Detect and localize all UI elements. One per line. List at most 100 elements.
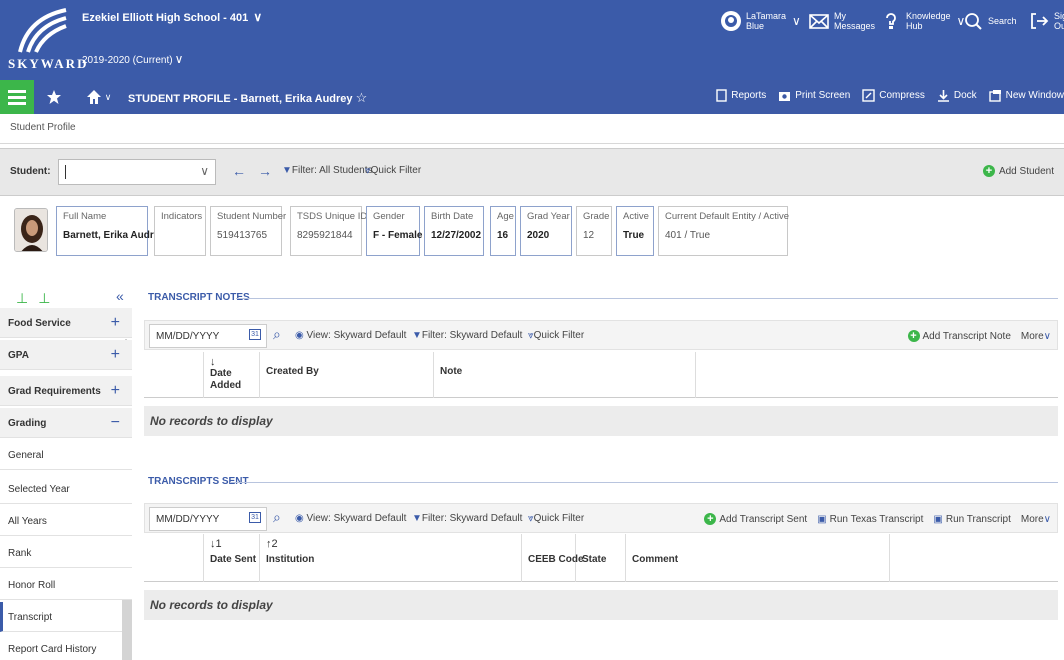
- notes-more-button[interactable]: More∨: [1021, 331, 1051, 342]
- student-number-value: 519413765: [217, 230, 268, 241]
- reports-button[interactable]: Reports: [716, 89, 766, 102]
- skyward-logo[interactable]: SKYWARD: [8, 8, 86, 72]
- search-icon[interactable]: ⌕: [273, 509, 281, 526]
- student-selector-bar: Student: ∨ ←→ ▼Filter: All Students ⩔Qui…: [0, 148, 1064, 196]
- sidebar-item-grading[interactable]: Grading −: [0, 408, 132, 438]
- calendar-icon[interactable]: 31: [249, 329, 261, 340]
- expand-plus-icon[interactable]: +: [111, 346, 120, 364]
- sidebar-item-general[interactable]: General: [0, 440, 132, 470]
- compress-button[interactable]: Compress: [862, 89, 925, 102]
- transcripts-sent-toolbar: MM/DD/YYYY 31 ⌕ ◉ View: Skyward Default …: [144, 503, 1058, 533]
- column-created-by[interactable]: Created By: [260, 352, 434, 398]
- messages-link[interactable]: My Messages: [808, 10, 875, 32]
- column-institution[interactable]: ↑2 Institution: [260, 534, 522, 582]
- favorite-star-outline-icon[interactable]: ☆: [356, 90, 368, 105]
- search-link[interactable]: Search: [962, 10, 1017, 32]
- add-student-button[interactable]: + Add Student: [982, 165, 1054, 177]
- arrow-right-icon[interactable]: →: [258, 163, 284, 179]
- expand-plus-icon[interactable]: +: [111, 382, 120, 400]
- print-screen-button[interactable]: Print Screen: [778, 89, 850, 102]
- dock-button[interactable]: Dock: [937, 89, 977, 102]
- school-selector[interactable]: Ezekiel Elliott High School - 401 ∨: [82, 10, 262, 24]
- reports-label: Reports: [731, 90, 767, 101]
- chevron-down-icon[interactable]: ∨: [200, 164, 209, 178]
- sidebar-item-gpa[interactable]: GPA +: [0, 340, 132, 370]
- view-eye-icon[interactable]: ◉: [295, 513, 304, 524]
- prev-next-arrows[interactable]: ←→: [232, 163, 284, 179]
- full-name-label: Full Name: [63, 211, 107, 222]
- age-card: Age 16: [490, 206, 516, 256]
- column-ceeb-code[interactable]: CEEB Code: [522, 534, 584, 582]
- hamburger-menu-button[interactable]: [0, 80, 34, 114]
- menu-line: [8, 102, 26, 105]
- expand-plus-icon[interactable]: +: [111, 314, 120, 332]
- sent-view-button[interactable]: View: Skyward Default: [307, 513, 407, 524]
- sidebar-item-transcript[interactable]: Transcript: [0, 602, 132, 632]
- student-photo[interactable]: [14, 208, 48, 252]
- notes-view-filter: ◉ View: Skyward Default ▼Filter: Skyward…: [295, 330, 584, 341]
- sidebar-item-food-service[interactable]: Food Service +: [0, 308, 132, 338]
- year-selector[interactable]: 2019-2020 (Current) ∨: [82, 52, 183, 66]
- age-label: Age: [497, 211, 514, 222]
- default-entity-value: 401 / True: [665, 230, 711, 241]
- favorites-star-button[interactable]: [36, 80, 72, 114]
- add-transcript-sent-button[interactable]: + Add Transcript Sent: [704, 513, 807, 525]
- camera-icon: [779, 92, 791, 101]
- column-comment[interactable]: Comment: [626, 534, 890, 582]
- sidebar-item-label: Grad Requirements: [8, 386, 101, 397]
- view-eye-icon[interactable]: ◉: [295, 330, 304, 341]
- knowledge-l2: Hub: [906, 21, 923, 31]
- notes-empty-message: No records to display: [144, 406, 1058, 436]
- sent-quick-filter-button[interactable]: Quick Filter: [534, 513, 585, 524]
- nav-actions: Reports Print Screen Compress Dock New W…: [716, 89, 1064, 102]
- compress-icon: [862, 89, 875, 102]
- sidebar-item-all-years[interactable]: All Years: [0, 506, 132, 536]
- sidebar-item-report-card-history[interactable]: Report Card History: [0, 634, 132, 660]
- add-transcript-note-button[interactable]: + Add Transcript Note: [907, 330, 1011, 342]
- sidebar-item-rank[interactable]: Rank: [0, 538, 132, 568]
- sidebar-scrollbar[interactable]: [122, 600, 132, 660]
- expand-all-icon[interactable]: ⊥: [16, 290, 28, 307]
- sent-filter-button[interactable]: Filter: Skyward Default: [422, 513, 523, 524]
- sent-more-button[interactable]: More∨: [1021, 514, 1051, 525]
- student-quick-filter-button[interactable]: ⩔Quick Filter: [365, 165, 421, 176]
- calendar-icon[interactable]: 31: [249, 512, 261, 523]
- notes-grid-header: ↓ Date Added Created By Note: [144, 352, 1058, 398]
- sidebar-item-selected-year[interactable]: Selected Year: [0, 474, 132, 504]
- notes-view-button[interactable]: View: Skyward Default: [307, 330, 407, 341]
- sidebar-item-honor-roll[interactable]: Honor Roll: [0, 570, 132, 600]
- signout-link[interactable]: SignOut: [1028, 10, 1064, 32]
- student-filter-button[interactable]: ▼Filter: All Students: [282, 165, 373, 176]
- column-date-added[interactable]: ↓ Date Added: [204, 352, 260, 398]
- user-menu[interactable]: LaTamara Blue ∨: [720, 10, 801, 32]
- new-window-label: New Window: [1005, 90, 1064, 101]
- column-date-sent[interactable]: ↓1 Date Sent: [204, 534, 260, 582]
- collapse-all-icon[interactable]: ⊥: [38, 290, 50, 307]
- notes-filter-button[interactable]: Filter: Skyward Default: [422, 330, 523, 341]
- search-icon[interactable]: ⌕: [273, 326, 281, 343]
- column-state[interactable]: State: [576, 534, 626, 582]
- arrow-left-icon[interactable]: ←: [232, 163, 258, 179]
- sidebar-item-grad-requirements[interactable]: Grad Requirements +: [0, 376, 132, 406]
- new-window-button[interactable]: New Window: [988, 89, 1064, 102]
- notes-quick-filter-button[interactable]: Quick Filter: [534, 330, 585, 341]
- knowledge-hub-menu[interactable]: Knowledge Hub ∨: [880, 10, 965, 32]
- filter-icon: ▼: [411, 513, 422, 524]
- run-transcript-button[interactable]: ▣ Run Transcript: [933, 514, 1010, 525]
- logo-wordmark: SKYWARD: [8, 56, 89, 71]
- run-texas-transcript-button[interactable]: ▣ Run Texas Transcript: [817, 514, 923, 525]
- column-note[interactable]: Note: [434, 352, 696, 398]
- home-button[interactable]: ∨: [78, 80, 118, 114]
- student-label: Student:: [10, 166, 51, 177]
- collapse-sidebar-icon[interactable]: «: [116, 288, 124, 304]
- plus-circle-icon: +: [982, 165, 995, 177]
- plus-circle-icon: +: [907, 330, 920, 342]
- sent-view-filter: ◉ View: Skyward Default ▼Filter: Skyward…: [295, 513, 584, 524]
- sent-date-text: MM/DD/YYYY: [156, 514, 220, 525]
- collapse-minus-icon[interactable]: −: [111, 414, 120, 432]
- add-student-label: Add Student: [998, 165, 1054, 177]
- student-search-input[interactable]: ∨: [58, 159, 216, 185]
- sidebar-item-label: All Years: [8, 516, 47, 527]
- gender-label: Gender: [373, 211, 405, 222]
- column-date-sent-label: Date Sent: [210, 554, 257, 565]
